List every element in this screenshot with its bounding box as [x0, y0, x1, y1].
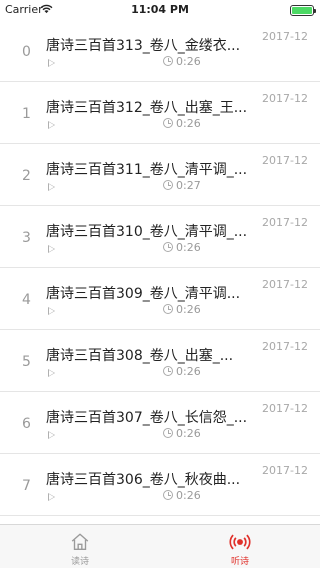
clock-icon: [163, 428, 173, 438]
list-item[interactable]: 5 唐诗三百首308_卷八_出塞_... 2017-12 0:26: [0, 330, 320, 392]
clock-icon: [163, 118, 173, 128]
list-item[interactable]: 3 唐诗三百首310_卷八_清平调_... 2017-12 0:26: [0, 206, 320, 268]
row-date: 2017-12: [262, 216, 308, 229]
row-index: 5: [22, 354, 31, 370]
list-item[interactable]: 4 唐诗三百首309_卷八_清平调... 2017-12 0:26: [0, 268, 320, 330]
clock-icon: [163, 366, 173, 376]
row-date: 2017-12: [262, 92, 308, 105]
status-time: 11:04 PM: [131, 3, 189, 16]
row-title: 唐诗三百首307_卷八_长信怨_...: [46, 410, 248, 426]
clock-icon: [163, 180, 173, 190]
list-item[interactable]: 6 唐诗三百首307_卷八_长信怨_... 2017-12 0:26: [0, 392, 320, 454]
row-duration: 0:26: [176, 55, 201, 68]
play-icon[interactable]: [48, 121, 55, 129]
status-bar: Carrier 11:04 PM: [0, 0, 320, 20]
clock-icon: [163, 56, 173, 66]
row-duration: 0:26: [176, 303, 201, 316]
row-date: 2017-12: [262, 30, 308, 43]
play-icon[interactable]: [48, 307, 55, 315]
row-date: 2017-12: [262, 278, 308, 291]
row-title: 唐诗三百首309_卷八_清平调...: [46, 286, 241, 302]
tab-read-poems[interactable]: 读诗: [0, 525, 160, 568]
battery-icon: [290, 5, 316, 16]
row-title: 唐诗三百首313_卷八_金缕衣...: [46, 38, 241, 54]
battery-level: [292, 7, 312, 14]
broadcast-icon: [229, 534, 251, 550]
play-icon[interactable]: [48, 493, 55, 501]
row-duration: 0:26: [176, 241, 201, 254]
row-date: 2017-12: [262, 464, 308, 477]
row-duration: 0:26: [176, 427, 201, 440]
row-duration: 0:26: [176, 117, 201, 130]
home-icon: [71, 533, 89, 551]
play-icon[interactable]: [48, 245, 55, 253]
row-date: 2017-12: [262, 154, 308, 167]
row-index: 7: [22, 478, 31, 494]
play-icon[interactable]: [48, 59, 55, 67]
tab-listen-poems[interactable]: 听诗: [160, 525, 320, 568]
row-duration: 0:26: [176, 489, 201, 502]
clock-icon: [163, 490, 173, 500]
row-duration: 0:27: [176, 179, 201, 192]
clock-icon: [163, 304, 173, 314]
tab-listen-label: 听诗: [230, 557, 249, 567]
row-index: 4: [22, 292, 31, 308]
tab-read-label: 读诗: [70, 557, 89, 567]
row-date: 2017-12: [262, 340, 308, 353]
row-title: 唐诗三百首310_卷八_清平调_...: [46, 224, 248, 240]
row-title: 唐诗三百首306_卷八_秋夜曲...: [46, 472, 241, 488]
clock-icon: [163, 242, 173, 252]
row-title: 唐诗三百首311_卷八_清平调_...: [46, 162, 248, 178]
list-item[interactable]: 7 唐诗三百首306_卷八_秋夜曲... 2017-12 0:26: [0, 454, 320, 516]
row-title: 唐诗三百首308_卷八_出塞_...: [46, 348, 234, 364]
row-title: 唐诗三百首312_卷八_出塞_王...: [46, 100, 248, 116]
row-index: 1: [22, 106, 31, 122]
row-duration: 0:26: [176, 365, 201, 378]
row-date: 2017-12: [262, 402, 308, 415]
tab-bar: 读诗 听诗: [0, 524, 320, 568]
row-index: 0: [22, 44, 31, 60]
play-icon[interactable]: [48, 183, 55, 191]
play-icon[interactable]: [48, 431, 55, 439]
list-item[interactable]: 0 唐诗三百首313_卷八_金缕衣... 2017-12 0:26: [0, 20, 320, 82]
row-index: 3: [22, 230, 31, 246]
list-item[interactable]: 2 唐诗三百首311_卷八_清平调_... 2017-12 0:27: [0, 144, 320, 206]
poem-audio-list[interactable]: 0 唐诗三百首313_卷八_金缕衣... 2017-12 0:26 1 唐诗三百首312_…: [0, 20, 320, 532]
row-index: 2: [22, 168, 31, 184]
list-item[interactable]: 1 唐诗三百首312_卷八_出塞_王... 2017-12 0:26: [0, 82, 320, 144]
play-icon[interactable]: [48, 369, 55, 377]
row-index: 6: [22, 416, 31, 432]
